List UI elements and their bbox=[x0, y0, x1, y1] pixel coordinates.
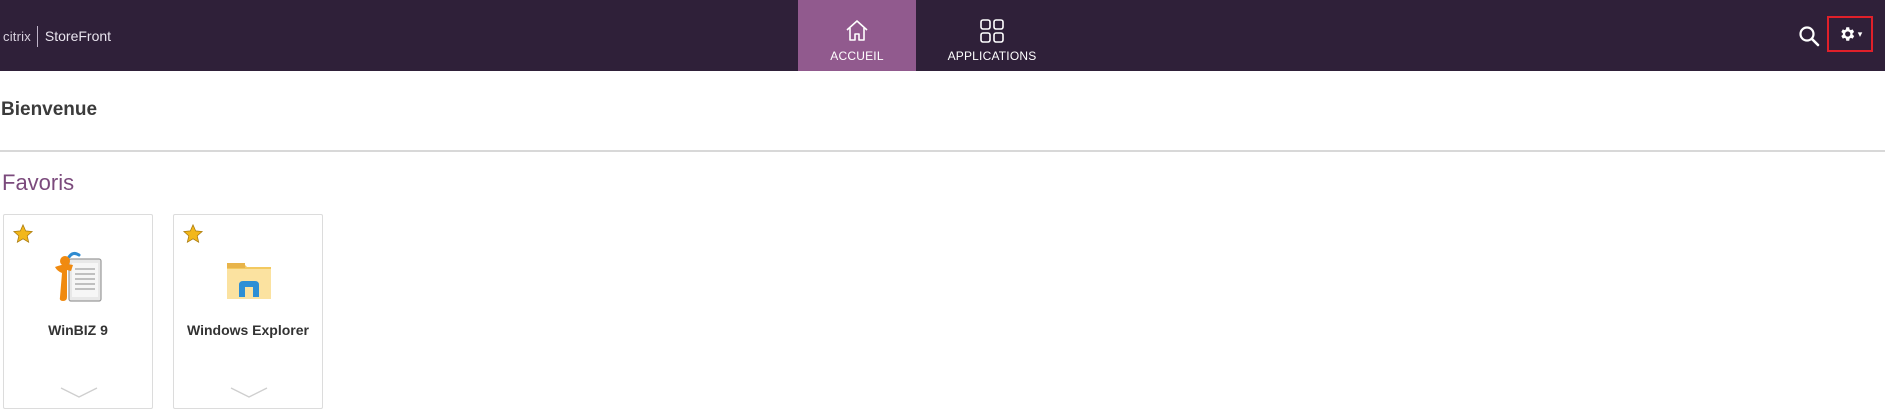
app-tile-winbiz[interactable]: WinBIZ 9 bbox=[3, 214, 153, 409]
favorites-title: Favoris bbox=[2, 170, 75, 195]
chevron-down-icon: ▾ bbox=[1857, 29, 1863, 39]
winbiz-icon bbox=[55, 251, 102, 302]
citrix-logo-text: citrix bbox=[3, 28, 31, 44]
divider bbox=[0, 150, 1885, 152]
folder-icon bbox=[227, 263, 271, 299]
gear-icon bbox=[1841, 27, 1854, 41]
search-icon bbox=[1799, 26, 1820, 47]
favorite-star-icon[interactable] bbox=[182, 223, 204, 245]
tab-applications[interactable]: APPLICATIONS bbox=[933, 0, 1051, 71]
favorite-star-icon[interactable] bbox=[12, 223, 34, 245]
app-tile-windows-explorer[interactable]: Windows Explorer bbox=[173, 214, 323, 409]
grid-icon bbox=[980, 19, 1004, 43]
search-button[interactable] bbox=[1797, 24, 1821, 48]
chevron-down-icon[interactable] bbox=[59, 385, 99, 401]
settings-button[interactable]: ▾ bbox=[1827, 16, 1873, 52]
app-name: WinBIZ 9 bbox=[48, 322, 108, 338]
brand-separator bbox=[36, 25, 38, 47]
chevron-down-icon[interactable] bbox=[229, 385, 269, 401]
product-name: StoreFront bbox=[44, 28, 112, 44]
brand-logo: citrix StoreFront bbox=[3, 25, 111, 47]
tab-home-label: ACCUEIL bbox=[830, 49, 884, 63]
top-bar: citrix StoreFront ACCUEIL APPLICATIONS ▾ bbox=[0, 0, 1885, 71]
page-title: Bienvenue bbox=[1, 99, 98, 120]
app-name: Windows Explorer bbox=[186, 322, 309, 338]
home-icon bbox=[846, 20, 868, 41]
tab-home[interactable]: ACCUEIL bbox=[798, 0, 916, 71]
tab-applications-label: APPLICATIONS bbox=[947, 49, 1037, 63]
